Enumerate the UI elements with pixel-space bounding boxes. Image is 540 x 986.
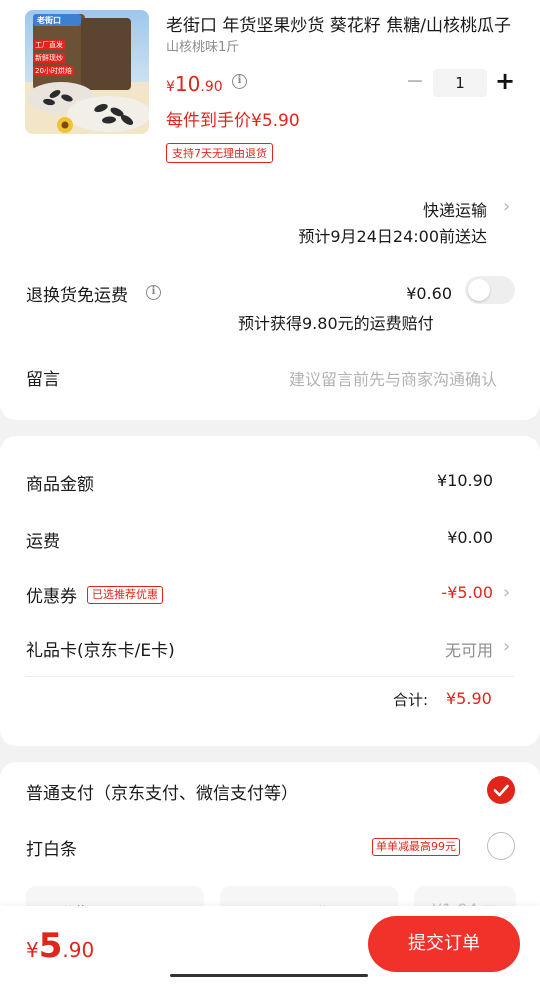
shipping-chevron-right-icon[interactable]: › — [503, 196, 510, 217]
note-input[interactable]: 建议留言前先与商家沟通确认 — [289, 366, 497, 390]
product-title[interactable]: 老街口 年货坚果炒货 葵花籽 焦糖/山核桃瓜子 — [166, 11, 516, 36]
price-info-icon[interactable]: i — [232, 74, 247, 89]
product-image[interactable]: 老街口 工厂直发 新鲜现炒 20小时烘焙 — [25, 10, 149, 134]
unit-final-price: 每件到手价¥5.90 — [166, 111, 300, 131]
price-decimal: .90 — [200, 79, 223, 95]
order-item-card: 老街口 工厂直发 新鲜现炒 20小时烘焙 老街口 年货坚果炒货 葵花籽 焦糖/山… — [0, 0, 540, 420]
quantity-increase-button[interactable]: + — [495, 67, 515, 95]
product-image-brand: 老街口 — [37, 16, 61, 25]
price-summary-card: 商品金额 ¥10.90 运费 ¥0.00 优惠券 已选推荐优惠 -¥5.00 ›… — [0, 436, 540, 746]
goods-amount-value: ¥10.90 — [437, 471, 493, 490]
payable-integer: 5 — [38, 926, 63, 966]
giftcard-label: 礼品卡(京东卡/E卡) — [26, 641, 175, 661]
subtotal-label: 合计: — [393, 691, 429, 709]
summary-divider — [26, 676, 514, 677]
subtotal-value: ¥5.90 — [446, 689, 492, 708]
freight-value: ¥0.00 — [447, 528, 493, 547]
note-label: 留言 — [26, 370, 60, 390]
home-indicator[interactable] — [170, 974, 368, 977]
giftcard-chevron-right-icon[interactable]: › — [503, 636, 510, 657]
quantity-field[interactable]: 1 — [433, 69, 487, 97]
payment-baitiao-label[interactable]: 打白条 — [26, 835, 77, 860]
checkout-bar: ¥5.90 提交订单 — [0, 906, 540, 986]
product-image-tag: 新鲜现炒 — [33, 53, 65, 63]
coupon-discount-value: -¥5.00 — [441, 583, 493, 602]
freight-label: 运费 — [26, 532, 60, 552]
return-insurance-label: 退换货免运费 — [26, 286, 128, 306]
return-policy-badge: 支持7天无理由退货 — [166, 143, 273, 163]
coupon-recommended-tag: 已选推荐优惠 — [87, 586, 163, 604]
freight-compensation-text: 预计获得9.80元的运费赔付 — [238, 314, 434, 333]
coupon-chevron-right-icon[interactable]: › — [503, 582, 510, 603]
goods-amount-row: 商品金额 ¥10.90 — [0, 462, 540, 502]
delivery-estimate: 预计9月24日24:00前送达 — [298, 227, 487, 246]
check-icon — [493, 784, 509, 797]
product-image-tag: 工厂直发 — [33, 40, 65, 50]
payable-decimal: .90 — [62, 938, 95, 962]
price-currency: ¥ — [166, 79, 175, 95]
coupon-row[interactable]: 优惠券 已选推荐优惠 -¥5.00 › — [0, 574, 540, 614]
payment-normal-selected-checkbox[interactable] — [487, 776, 515, 804]
freight-row: 运费 ¥0.00 — [0, 519, 540, 559]
submit-order-button[interactable]: 提交订单 — [368, 916, 520, 972]
goods-amount-label: 商品金额 — [26, 475, 94, 495]
payment-baitiao-radio[interactable] — [487, 832, 515, 860]
return-insurance-toggle[interactable] — [465, 276, 515, 304]
price-integer: 10 — [174, 72, 201, 96]
product-variant[interactable]: 山核桃味1斤 — [166, 36, 239, 55]
toggle-knob — [468, 279, 490, 301]
quantity-decrease-button[interactable]: − — [405, 69, 425, 94]
coupon-label: 优惠券 — [26, 587, 77, 607]
product-image-tag: 20小时烘焙 — [33, 66, 74, 76]
return-insurance-price: ¥0.60 — [406, 284, 452, 303]
product-price: ¥10.90 — [166, 72, 223, 96]
payable-total: ¥5.90 — [26, 926, 94, 966]
shipping-mode[interactable]: 快递运输 — [423, 197, 487, 221]
payment-normal-label[interactable]: 普通支付（京东支付、微信支付等） — [26, 779, 298, 804]
baitiao-promo-tag: 单单减最高99元 — [372, 838, 460, 856]
payable-currency: ¥ — [26, 938, 39, 962]
giftcard-row[interactable]: 礼品卡(京东卡/E卡) 无可用 › — [0, 628, 540, 668]
giftcard-value: 无可用 — [444, 641, 493, 660]
return-insurance-info-icon[interactable]: i — [146, 285, 161, 300]
